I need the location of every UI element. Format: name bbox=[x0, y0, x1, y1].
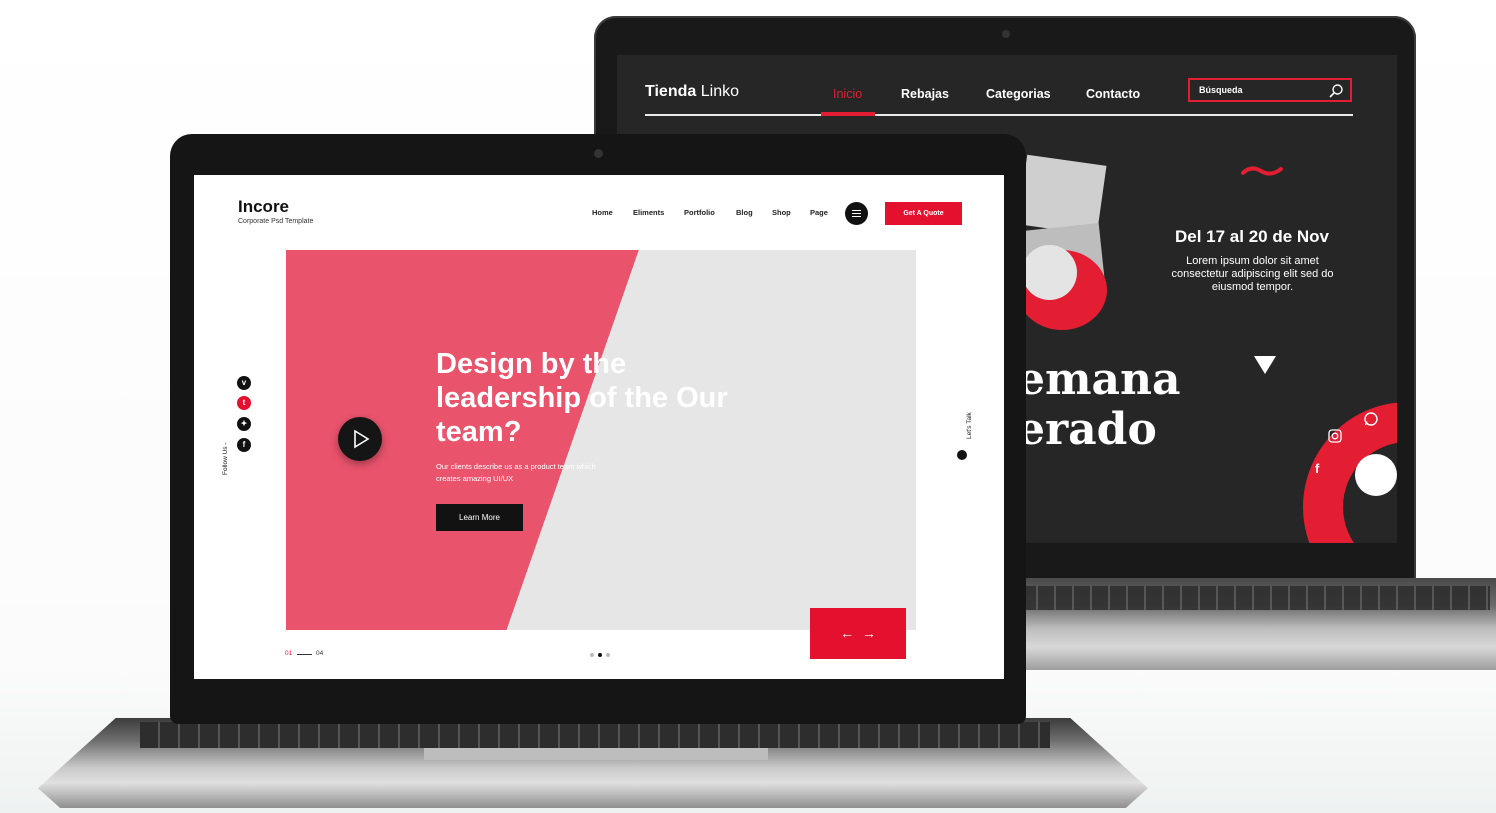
page-current: 01 bbox=[285, 650, 293, 657]
incore-logo[interactable]: Incore bbox=[238, 197, 289, 217]
hero-big-text-line1: emana bbox=[1017, 354, 1181, 405]
lets-talk-label[interactable]: Let's Talk bbox=[966, 412, 973, 439]
nav-item-home[interactable]: Home bbox=[592, 208, 613, 217]
learn-more-button[interactable]: Learn More bbox=[436, 504, 523, 531]
nav-item-page[interactable]: Page bbox=[810, 208, 828, 217]
slider-dot[interactable] bbox=[606, 653, 610, 657]
incore-tagline: Corporate Psd Template bbox=[238, 218, 314, 225]
play-icon bbox=[354, 429, 370, 449]
tumblr-icon[interactable]: t bbox=[237, 396, 251, 410]
nav-item-contacto[interactable]: Contacto bbox=[1086, 87, 1140, 101]
squiggle-decoration bbox=[1241, 166, 1283, 176]
nav-item-blog[interactable]: Blog bbox=[736, 208, 753, 217]
get-a-quote-button[interactable]: Get A Quote bbox=[885, 202, 962, 225]
vimeo-icon[interactable]: v bbox=[237, 376, 251, 390]
slider-dot-active[interactable] bbox=[598, 653, 602, 657]
search-icon[interactable] bbox=[1328, 83, 1344, 99]
arrow-left-icon[interactable]: ← bbox=[840, 625, 854, 641]
follow-us-label: Follow Us - bbox=[222, 442, 229, 475]
back-laptop-camera bbox=[1002, 30, 1010, 38]
front-laptop-keyboard bbox=[140, 722, 1050, 748]
tienda-logo-light: Linko bbox=[700, 83, 739, 100]
nav-item-shop[interactable]: Shop bbox=[772, 208, 791, 217]
nav-active-indicator bbox=[821, 112, 875, 116]
tienda-logo-bold: Tienda bbox=[645, 83, 697, 100]
hero-banner: Design by the leadership of the Our team… bbox=[286, 250, 916, 630]
tienda-logo[interactable]: Tienda Linko bbox=[645, 83, 739, 101]
arrow-right-icon[interactable]: → bbox=[862, 625, 876, 641]
front-laptop-camera bbox=[594, 149, 603, 158]
front-laptop-trackpad bbox=[424, 748, 768, 760]
nav-item-eliments[interactable]: Eliments bbox=[633, 208, 664, 217]
product-image bbox=[1022, 245, 1077, 300]
search-input[interactable]: Búsqueda bbox=[1188, 78, 1352, 102]
pagination-line bbox=[297, 654, 312, 655]
event-description: Lorem ipsum dolor sit amet consectetur a… bbox=[1171, 255, 1334, 293]
nav-item-inicio[interactable]: Inicio bbox=[833, 87, 862, 101]
hero-title: Design by the leadership of the Our team… bbox=[436, 348, 728, 448]
social-ring-center bbox=[1355, 454, 1397, 496]
whatsapp-icon[interactable] bbox=[1363, 411, 1379, 427]
search-placeholder: Búsqueda bbox=[1199, 85, 1243, 95]
event-date-heading: Del 17 al 20 de Nov bbox=[1174, 227, 1330, 246]
slider-dot[interactable] bbox=[590, 653, 594, 657]
back-laptop-keyboard bbox=[1020, 586, 1490, 610]
page-total: 04 bbox=[316, 650, 324, 657]
facebook-icon[interactable]: f bbox=[1315, 461, 1319, 476]
front-laptop-screen: Incore Corporate Psd Template Home Elime… bbox=[194, 175, 1004, 679]
hero-big-text-line2: erado bbox=[1017, 404, 1157, 455]
nav-item-portfolio[interactable]: Portfolio bbox=[684, 208, 715, 217]
nav-item-categorias[interactable]: Categorias bbox=[986, 87, 1051, 101]
scroll-down-icon[interactable] bbox=[1253, 355, 1277, 375]
nav-divider bbox=[645, 114, 1353, 116]
play-video-button[interactable] bbox=[338, 417, 382, 461]
hero-big-text: emana erado bbox=[1017, 355, 1181, 455]
menu-button[interactable] bbox=[845, 202, 868, 225]
facebook-icon[interactable]: f bbox=[237, 438, 251, 452]
lets-talk-dot[interactable] bbox=[957, 450, 967, 460]
twitter-icon[interactable]: ✦ bbox=[237, 417, 251, 431]
hero-description: Our clients describe us as a product tea… bbox=[436, 462, 596, 483]
nav-item-rebajas[interactable]: Rebajas bbox=[901, 87, 949, 101]
slider-arrows[interactable]: ← → bbox=[810, 608, 906, 659]
instagram-icon[interactable] bbox=[1328, 429, 1342, 443]
